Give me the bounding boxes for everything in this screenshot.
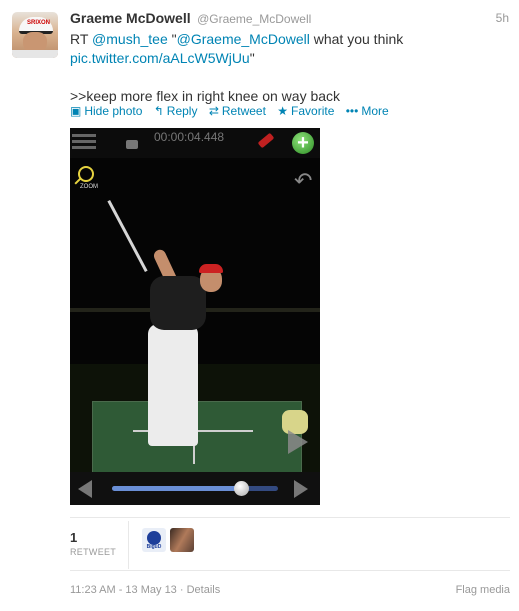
mention-link-mush-tee[interactable]: @mush_tee [92, 31, 168, 47]
reply-action[interactable]: ↰ Reply [154, 104, 198, 118]
menu-icon [72, 131, 96, 155]
zoom-icon: ZOOM [72, 166, 102, 194]
hide-photo-label: Hide photo [84, 104, 143, 118]
pen-icon [257, 132, 275, 149]
tweet-footer: 11:23 AM - 13 May 13 · Details Flag medi… [70, 584, 510, 596]
tweet-timestamp[interactable]: 11:23 AM - 13 May 13 [70, 584, 177, 596]
retweet-icon: ⇄ [208, 104, 219, 118]
favorite-label: Favorite [291, 104, 335, 118]
hide-photo-action[interactable]: ▣ Hide photo [70, 104, 142, 118]
retweet-action-label: Retweet [221, 104, 266, 118]
star-icon: ★ [277, 104, 289, 118]
golfer-cap [199, 264, 223, 273]
golfer-body [150, 276, 206, 330]
avatar-shirt [12, 50, 58, 58]
tweet-text-line-1: RT @mush_tee "@Graeme_McDowell what you … [70, 30, 510, 49]
add-icon: + [292, 132, 314, 154]
quote-close: " [249, 50, 255, 66]
zoom-label: ZOOM [80, 184, 98, 190]
stats-divider-top [70, 517, 510, 518]
play-icon [288, 430, 308, 454]
reply-icon: ↰ [153, 104, 164, 118]
next-frame-icon [294, 480, 308, 498]
retweet-count-label[interactable]: RETWEET [70, 547, 116, 557]
author-avatar[interactable]: SRIXON [12, 12, 58, 58]
tweet-actions: ▣ Hide photo ↰ Reply ⇄ Retweet ★ Favorite ••… [70, 104, 397, 118]
camera-icon [126, 140, 138, 149]
video-toolbar: 00:00:04.448 + [70, 128, 320, 158]
tweet-time[interactable]: 5h [496, 11, 509, 25]
author-name[interactable]: Graeme McDowell [70, 10, 191, 26]
favorite-action[interactable]: ★ Favorite [277, 104, 334, 118]
tweet-photo[interactable]: 00:00:04.448 + ZOOM ↶ [70, 128, 320, 505]
reply-label: Reply [166, 104, 198, 118]
mention-link-graeme[interactable]: @Graeme_McDowell [177, 31, 310, 47]
tweet-header: Graeme McDowell @Graeme_McDowell 5h [70, 10, 509, 28]
tweet-text-rest: what you think [309, 31, 404, 47]
tweet-text-line-2: pic.twitter.com/aALcW5WjUu" [70, 49, 510, 68]
more-label: More [361, 104, 389, 118]
video-timer: 00:00:04.448 [154, 130, 225, 144]
stats-separator [128, 521, 129, 569]
golf-club [107, 199, 148, 273]
retweet-count[interactable]: 1 [70, 530, 77, 545]
media-icon: ▣ [70, 104, 82, 118]
playback-slider [112, 481, 278, 496]
author-handle[interactable]: @Graeme_McDowell [197, 12, 311, 26]
pic-link[interactable]: pic.twitter.com/aALcW5WjUu [70, 50, 250, 66]
quote-open: " [167, 31, 177, 47]
retweeter-avatar-1[interactable]: BiguD [142, 528, 166, 552]
playback-slider-fill [112, 486, 242, 491]
tweet-container: SRIXON Graeme McDowell @Graeme_McDowell … [0, 0, 519, 611]
retweet-action[interactable]: ⇄ Retweet [209, 104, 266, 118]
golfer-legs [148, 324, 198, 446]
playback-slider-knob [234, 481, 250, 496]
avatar-cap-logo: SRIXON [27, 20, 51, 26]
stats-divider-bottom [70, 570, 510, 571]
footer-separator: · [176, 584, 187, 596]
flag-media-link[interactable]: Flag media [456, 584, 510, 596]
tweet-stats: 1 RETWEET BiguD [70, 521, 510, 569]
details-link[interactable]: Details [187, 584, 221, 596]
previous-frame-icon [78, 480, 92, 498]
tweet-text: RT @mush_tee "@Graeme_McDowell what you … [70, 30, 510, 106]
retweeter-avatar-2[interactable] [170, 528, 194, 552]
retweeter-badge-text: BiguD [146, 544, 162, 550]
golf-swing-scene [70, 158, 320, 488]
rt-prefix: RT [70, 31, 93, 47]
undo-icon: ↶ [294, 168, 313, 193]
more-icon: ••• [345, 104, 359, 118]
more-action[interactable]: ••• More [346, 104, 389, 118]
video-playback-bar [70, 472, 320, 505]
